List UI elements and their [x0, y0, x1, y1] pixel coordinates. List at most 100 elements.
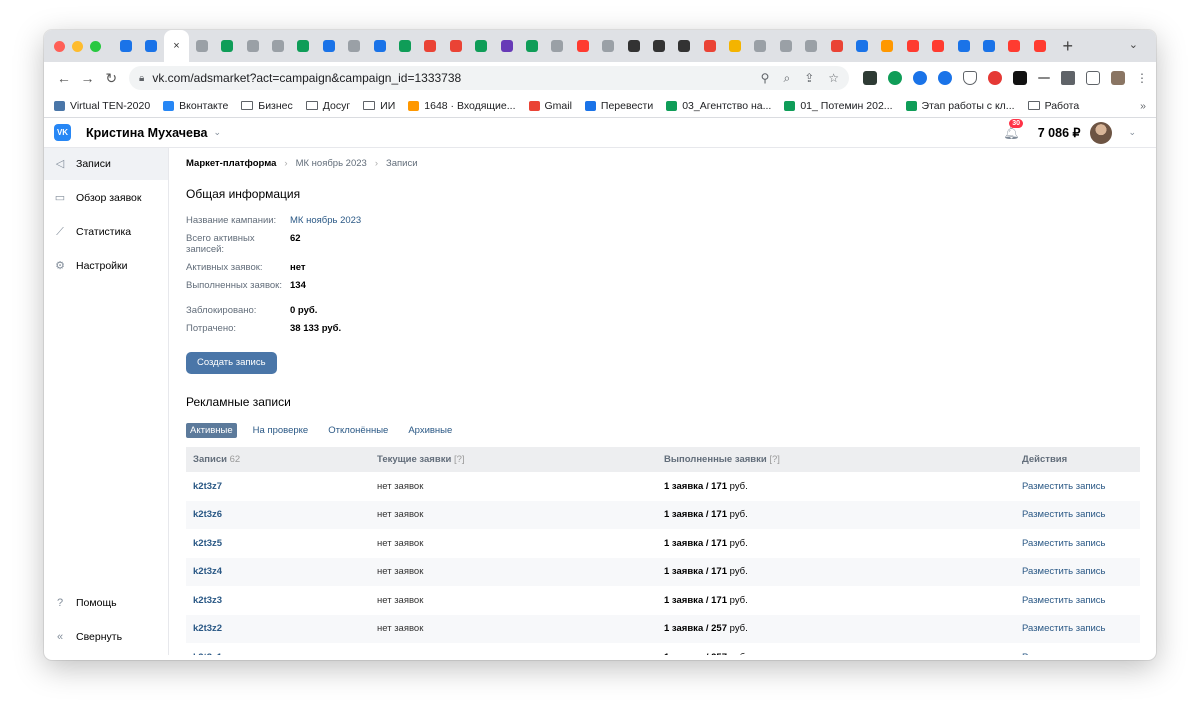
minimize-window-button[interactable] — [72, 40, 83, 52]
extension-icon[interactable] — [863, 71, 878, 85]
browser-tab[interactable] — [113, 30, 138, 62]
hint-icon[interactable]: [?] — [769, 454, 780, 465]
browser-tab[interactable] — [342, 30, 367, 62]
browser-tab[interactable] — [392, 30, 417, 62]
extension-icon[interactable] — [888, 71, 903, 85]
browser-tab[interactable] — [265, 30, 290, 62]
browser-tab[interactable] — [316, 30, 341, 62]
ad-code-link[interactable]: k2t3z1 — [186, 643, 370, 655]
address-bar[interactable]: 🔒︎ vk.com/adsmarket?act=campaign&campaig… — [129, 66, 850, 90]
browser-tab[interactable] — [519, 30, 544, 62]
ad-code-link[interactable]: k2t3z4 — [186, 558, 370, 587]
browser-tab[interactable] — [240, 30, 265, 62]
browser-tab[interactable] — [367, 30, 392, 62]
browser-tab[interactable] — [773, 30, 798, 62]
extension-icon[interactable] — [988, 71, 1003, 85]
browser-tab[interactable] — [722, 30, 747, 62]
sidebar-item[interactable]: ▭ Обзор заявок — [44, 182, 168, 214]
sidebar-item[interactable]: ◁ Записи — [44, 148, 168, 180]
browser-tab[interactable] — [215, 30, 240, 62]
ad-code-link[interactable]: k2t3z3 — [186, 586, 370, 615]
location-icon[interactable]: ⚲ — [761, 71, 770, 86]
browser-tab[interactable]: × — [163, 30, 190, 62]
browser-tab[interactable] — [799, 30, 824, 62]
place-ad-link[interactable]: Разместить запись — [1015, 615, 1140, 644]
share-icon[interactable]: ⇪ — [804, 71, 814, 86]
bookmark-item[interactable]: Virtual TEN-2020 — [54, 100, 150, 112]
bookmark-item[interactable]: Работа — [1027, 100, 1079, 112]
bookmark-item[interactable]: ИИ — [363, 100, 395, 112]
zoom-icon[interactable]: ⌕ — [783, 71, 790, 86]
browser-tab[interactable] — [849, 30, 874, 62]
browser-tab[interactable] — [824, 30, 849, 62]
browser-tab[interactable] — [1002, 30, 1027, 62]
create-ad-button[interactable]: Создать запись — [186, 352, 277, 374]
bookmark-item[interactable]: 01_ Потемин 202... — [784, 100, 893, 112]
sidebar-item[interactable]: ⟋ Статистика — [44, 216, 168, 248]
bookmark-item[interactable]: Gmail — [528, 100, 572, 112]
menu-dots-icon[interactable]: ⋮ — [1136, 71, 1148, 85]
shield-icon[interactable] — [963, 71, 978, 85]
browser-tab[interactable] — [468, 30, 493, 62]
ad-code-link[interactable]: k2t3z2 — [186, 615, 370, 644]
notifications-button[interactable]: 🔔︎ 30 — [1003, 118, 1024, 141]
bookmark-item[interactable]: Этап работы с кл... — [905, 100, 1015, 112]
extension-icon[interactable] — [913, 71, 928, 85]
browser-tab[interactable] — [697, 30, 722, 62]
chevron-down-icon[interactable]: ⌄ — [213, 127, 221, 138]
info-value[interactable]: МК ноябрь 2023 — [290, 215, 361, 226]
forward-arrow-icon[interactable]: → — [76, 70, 100, 86]
close-window-button[interactable] — [54, 40, 65, 52]
extension-icon[interactable] — [1013, 71, 1028, 85]
place-ad-link[interactable]: Разместить запись — [1015, 643, 1140, 655]
browser-tab[interactable] — [621, 30, 646, 62]
browser-tab[interactable] — [951, 30, 976, 62]
sidebar-item[interactable]: ? Помощь — [44, 587, 168, 619]
ad-code-link[interactable]: k2t3z6 — [186, 501, 370, 530]
browser-tab[interactable] — [443, 30, 468, 62]
browser-tab[interactable] — [900, 30, 925, 62]
bookmark-item[interactable]: Досуг — [305, 100, 350, 112]
browser-tab[interactable] — [748, 30, 773, 62]
browser-tab[interactable] — [672, 30, 697, 62]
browser-tab[interactable] — [291, 30, 316, 62]
new-tab-button[interactable]: + — [1062, 36, 1073, 57]
sidebar-item[interactable]: « Свернуть — [44, 621, 168, 653]
browser-tab[interactable] — [138, 30, 163, 62]
hint-icon[interactable]: [?] — [454, 454, 465, 465]
place-ad-link[interactable]: Разместить запись — [1015, 472, 1140, 501]
bookmark-item[interactable]: Перевести — [584, 100, 653, 112]
place-ad-link[interactable]: Разместить запись — [1015, 586, 1140, 615]
vk-logo[interactable]: VK — [54, 124, 71, 141]
browser-tab[interactable] — [570, 30, 595, 62]
browser-tab[interactable] — [976, 30, 1001, 62]
bookmark-item[interactable]: 03_Агентство на... — [666, 100, 771, 112]
browser-tab[interactable] — [418, 30, 443, 62]
browser-tab[interactable] — [595, 30, 620, 62]
breadcrumb-item[interactable]: МК ноябрь 2023 — [296, 158, 367, 169]
filter-tab[interactable]: Отклонённые — [324, 423, 392, 438]
filter-tab[interactable]: На проверке — [249, 423, 313, 438]
bookmark-star-icon[interactable]: ☆ — [828, 71, 839, 86]
chevron-down-icon[interactable]: ⌄ — [1128, 127, 1136, 138]
balance[interactable]: 7 086 ₽ — [1038, 125, 1081, 140]
sidebar-item[interactable]: ⚙ Настройки — [44, 250, 168, 282]
extension-icon[interactable] — [1038, 77, 1051, 79]
bookmark-item[interactable]: Бизнес — [241, 100, 293, 112]
place-ad-link[interactable]: Разместить запись — [1015, 558, 1140, 587]
filter-tab[interactable]: Архивные — [404, 423, 456, 438]
browser-tab[interactable] — [545, 30, 570, 62]
browser-tab[interactable] — [1027, 30, 1052, 62]
puzzle-icon[interactable] — [1061, 71, 1076, 85]
user-name[interactable]: Кристина Мухачева — [86, 126, 207, 140]
profile-avatar[interactable] — [1111, 71, 1126, 85]
filter-tab[interactable]: Активные — [186, 423, 237, 438]
avatar[interactable] — [1090, 121, 1113, 144]
browser-tab[interactable] — [189, 30, 214, 62]
tab-search-icon[interactable]: ⌄ — [1129, 38, 1138, 51]
place-ad-link[interactable]: Разместить запись — [1015, 529, 1140, 558]
breadcrumb-item[interactable]: Маркет-платформа — [186, 158, 276, 169]
ad-code-link[interactable]: k2t3z7 — [186, 472, 370, 501]
browser-tab[interactable] — [646, 30, 671, 62]
bookmark-item[interactable]: Вконтакте — [163, 100, 228, 112]
